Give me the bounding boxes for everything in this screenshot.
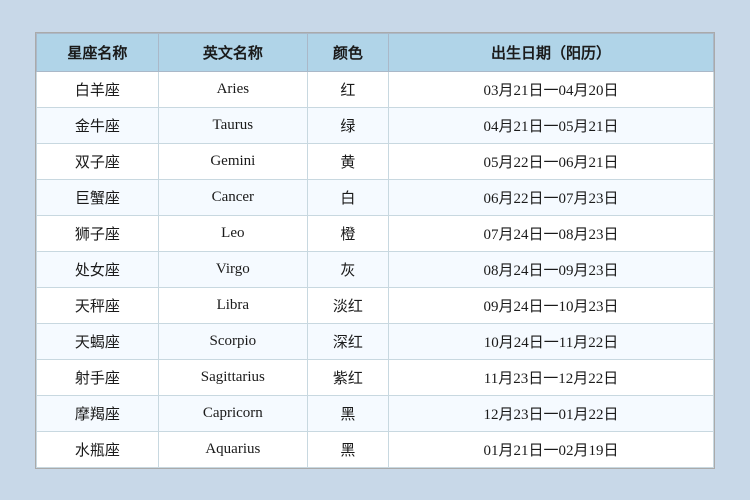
cell-zh: 双子座 [37,143,159,179]
cell-date: 05月22日一06月21日 [389,143,714,179]
cell-date: 07月24日一08月23日 [389,215,714,251]
cell-en: Virgo [158,251,307,287]
table-row: 处女座Virgo灰08月24日一09月23日 [37,251,714,287]
cell-color: 红 [307,71,388,107]
header-en: 英文名称 [158,33,307,71]
cell-zh: 狮子座 [37,215,159,251]
cell-en: Aquarius [158,431,307,467]
cell-color: 橙 [307,215,388,251]
cell-en: Scorpio [158,323,307,359]
table-row: 天秤座Libra淡红09月24日一10月23日 [37,287,714,323]
table-row: 天蝎座Scorpio深红10月24日一11月22日 [37,323,714,359]
header-date: 出生日期（阳历） [389,33,714,71]
cell-date: 10月24日一11月22日 [389,323,714,359]
cell-zh: 巨蟹座 [37,179,159,215]
cell-date: 12月23日一01月22日 [389,395,714,431]
table-row: 白羊座Aries红03月21日一04月20日 [37,71,714,107]
cell-color: 黑 [307,431,388,467]
table-row: 射手座Sagittarius紫红11月23日一12月22日 [37,359,714,395]
cell-date: 08月24日一09月23日 [389,251,714,287]
table-row: 摩羯座Capricorn黑12月23日一01月22日 [37,395,714,431]
cell-color: 白 [307,179,388,215]
table-row: 狮子座Leo橙07月24日一08月23日 [37,215,714,251]
cell-color: 黑 [307,395,388,431]
cell-zh: 处女座 [37,251,159,287]
cell-date: 03月21日一04月20日 [389,71,714,107]
cell-zh: 射手座 [37,359,159,395]
cell-color: 灰 [307,251,388,287]
cell-zh: 摩羯座 [37,395,159,431]
table-row: 金牛座Taurus绿04月21日一05月21日 [37,107,714,143]
cell-zh: 水瓶座 [37,431,159,467]
cell-date: 01月21日一02月19日 [389,431,714,467]
table-header-row: 星座名称 英文名称 颜色 出生日期（阳历） [37,33,714,71]
table-body: 白羊座Aries红03月21日一04月20日金牛座Taurus绿04月21日一0… [37,71,714,467]
cell-date: 09月24日一10月23日 [389,287,714,323]
header-color: 颜色 [307,33,388,71]
zodiac-table: 星座名称 英文名称 颜色 出生日期（阳历） 白羊座Aries红03月21日一04… [36,33,714,468]
cell-date: 06月22日一07月23日 [389,179,714,215]
cell-zh: 天蝎座 [37,323,159,359]
zodiac-table-wrapper: 星座名称 英文名称 颜色 出生日期（阳历） 白羊座Aries红03月21日一04… [35,32,715,469]
cell-color: 黄 [307,143,388,179]
table-row: 双子座Gemini黄05月22日一06月21日 [37,143,714,179]
cell-en: Capricorn [158,395,307,431]
cell-zh: 天秤座 [37,287,159,323]
cell-en: Taurus [158,107,307,143]
cell-color: 淡红 [307,287,388,323]
cell-en: Sagittarius [158,359,307,395]
cell-zh: 白羊座 [37,71,159,107]
cell-color: 紫红 [307,359,388,395]
cell-date: 04月21日一05月21日 [389,107,714,143]
header-zh: 星座名称 [37,33,159,71]
cell-en: Aries [158,71,307,107]
cell-color: 深红 [307,323,388,359]
cell-en: Cancer [158,179,307,215]
cell-date: 11月23日一12月22日 [389,359,714,395]
cell-color: 绿 [307,107,388,143]
cell-en: Gemini [158,143,307,179]
cell-en: Libra [158,287,307,323]
table-row: 水瓶座Aquarius黑01月21日一02月19日 [37,431,714,467]
cell-zh: 金牛座 [37,107,159,143]
table-row: 巨蟹座Cancer白06月22日一07月23日 [37,179,714,215]
cell-en: Leo [158,215,307,251]
